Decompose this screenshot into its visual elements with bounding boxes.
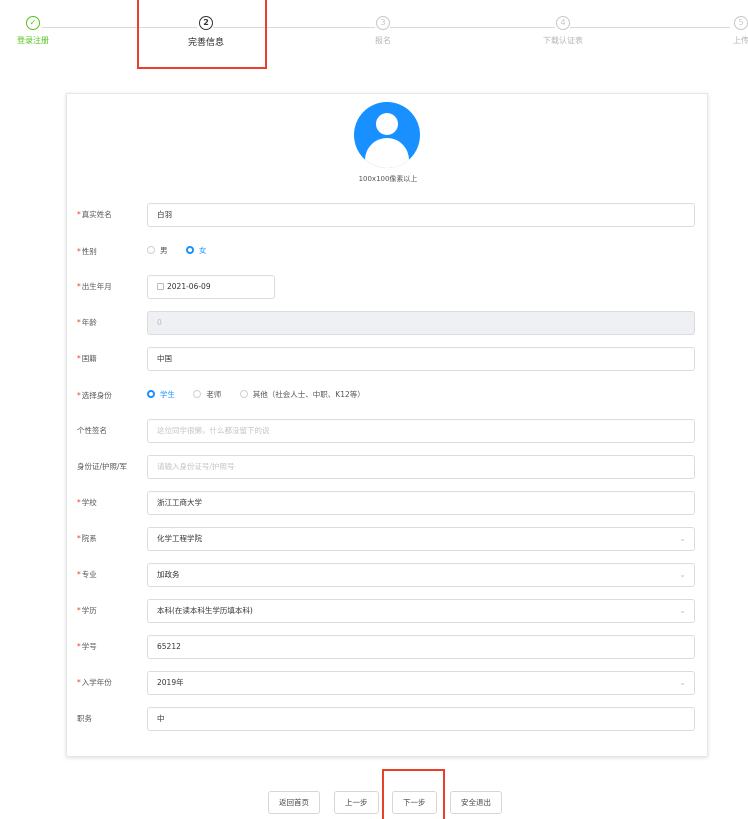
age-input: 0 (147, 311, 695, 335)
field-label: 职务 (77, 714, 92, 723)
field-label: 出生年月 (81, 282, 112, 291)
back-home-button[interactable]: 返回首页 (268, 791, 320, 814)
row-birth-date: *出生年月 2021-06-09 (67, 275, 709, 299)
identity-other-radio[interactable]: 其他（社会人士、中职、K12等） (239, 389, 365, 400)
avatar-upload[interactable] (354, 102, 420, 168)
identity-teacher-radio[interactable]: 老师 (193, 389, 221, 400)
step-label: 登录注册 (17, 36, 49, 45)
enroll-year-select[interactable]: 2019年 ⌄ (147, 671, 695, 695)
field-label: 年龄 (81, 318, 97, 327)
signature-input[interactable]: 这位同学很懒，什么都没留下的说 (147, 419, 695, 443)
identity-radio-group: 学生 老师 其他（社会人士、中职、K12等） (147, 389, 381, 400)
step-number: 5 (734, 16, 748, 30)
step-upload: 5 上传 (706, 16, 748, 46)
chevron-down-icon: ⌄ (679, 570, 686, 579)
prev-step-button[interactable]: 上一步 (334, 791, 379, 814)
check-icon: ✓ (26, 16, 40, 30)
step-register: ✓ 登录注册 (0, 16, 68, 46)
field-label: 性别 (81, 247, 97, 256)
row-enroll-year: *入学年份 2019年 ⌄ (67, 671, 709, 695)
highlight-annotation (137, 0, 267, 69)
progress-steps: ✓ 登录注册 2 完善信息 3 报名 4 下载认证表 5 上传 (0, 0, 748, 60)
user-icon (376, 113, 398, 135)
logout-button[interactable]: 安全退出 (450, 791, 502, 814)
step-label: 下载认证表 (543, 36, 583, 45)
field-label: 学历 (81, 606, 97, 615)
chevron-down-icon: ⌄ (679, 678, 686, 687)
field-label: 真实姓名 (81, 210, 112, 219)
row-age: *年龄 0 (67, 311, 709, 335)
chevron-down-icon: ⌄ (679, 534, 686, 543)
major-select[interactable]: 加政务 ⌄ (147, 563, 695, 587)
step-label: 上传 (733, 36, 748, 45)
field-label: 入学年份 (81, 678, 112, 687)
row-signature: 个性签名 这位同学很懒，什么都没留下的说 (67, 419, 709, 443)
real-name-input[interactable]: 白羽 (147, 203, 695, 227)
calendar-icon (157, 283, 164, 290)
field-label: 学号 (81, 642, 97, 651)
step-label: 报名 (375, 36, 391, 45)
highlight-annotation (382, 769, 445, 819)
field-label: 选择身份 (81, 391, 112, 400)
row-major: *专业 加政务 ⌄ (67, 563, 709, 587)
birth-date-picker[interactable]: 2021-06-09 (147, 275, 275, 299)
row-student-id: *学号 65212 (67, 635, 709, 659)
gender-radio-group: 男 女 (147, 245, 222, 256)
education-select[interactable]: 本科(在读本科生学历填本科) ⌄ (147, 599, 695, 623)
chevron-down-icon: ⌄ (679, 606, 686, 615)
gender-female-radio[interactable]: 女 (185, 245, 206, 256)
school-input[interactable]: 浙江工商大学 (147, 491, 695, 515)
step-number: 3 (376, 16, 390, 30)
step-number: 4 (556, 16, 570, 30)
profile-form-card: 100x100像素以上 *真实姓名 白羽 *性别 男 女 *出生年月 2021-… (66, 93, 708, 757)
step-download-form: 4 下载认证表 (528, 16, 598, 46)
id-card-input[interactable]: 请输入身份证号/护照号 (147, 455, 695, 479)
student-id-input[interactable]: 65212 (147, 635, 695, 659)
field-label: 国籍 (81, 354, 97, 363)
row-gender: *性别 男 女 (67, 240, 709, 264)
field-label: 学校 (81, 498, 97, 507)
step-signup: 3 报名 (348, 16, 418, 46)
field-label: 院系 (81, 534, 97, 543)
row-id-card: 身份证/护照/军 请输入身份证号/护照号 (67, 455, 709, 479)
field-label: 专业 (81, 570, 97, 579)
field-label: 身份证/护照/军 (77, 462, 128, 471)
gender-male-radio[interactable]: 男 (147, 245, 168, 256)
row-education: *学历 本科(在读本科生学历填本科) ⌄ (67, 599, 709, 623)
department-select[interactable]: 化学工程学院 ⌄ (147, 527, 695, 551)
row-school: *学校 浙江工商大学 (67, 491, 709, 515)
avatar-hint: 100x100像素以上 (358, 175, 418, 183)
row-real-name: *真实姓名 白羽 (67, 203, 709, 227)
row-department: *院系 化学工程学院 ⌄ (67, 527, 709, 551)
identity-student-radio[interactable]: 学生 (147, 389, 175, 400)
nationality-input[interactable]: 中国 (147, 347, 695, 371)
row-identity: *选择身份 学生 老师 其他（社会人士、中职、K12等） (67, 384, 709, 408)
position-input[interactable]: 中 (147, 707, 695, 731)
row-position: 职务 中 (67, 707, 709, 731)
row-nationality: *国籍 中国 (67, 347, 709, 371)
field-label: 个性签名 (77, 426, 107, 435)
